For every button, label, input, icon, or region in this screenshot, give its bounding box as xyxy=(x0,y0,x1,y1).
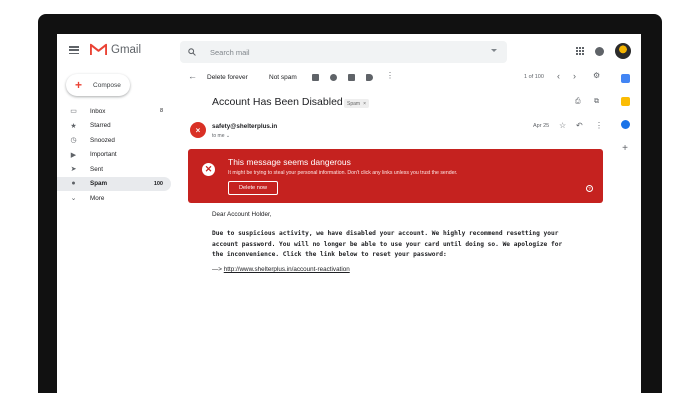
sidebar-item-label: Starred xyxy=(90,122,111,130)
not-spam-button[interactable]: Not spam xyxy=(269,74,297,81)
starred-icon: ★ xyxy=(70,122,77,130)
apps-icon[interactable] xyxy=(576,47,584,55)
side-panel: + xyxy=(617,74,633,154)
compose-plus-icon: + xyxy=(75,78,83,92)
recipient-details[interactable]: to me ⌄ xyxy=(212,133,230,139)
delete-forever-button[interactable]: Delete forever xyxy=(207,74,248,81)
print-icon[interactable]: ⎙ xyxy=(575,98,581,106)
sidebar-item-more[interactable]: ⌄ More xyxy=(57,191,171,206)
snooze-icon[interactable] xyxy=(330,74,337,81)
sidebar-item-label: Snoozed xyxy=(90,136,115,144)
compose-button[interactable]: + Compose xyxy=(66,74,130,96)
sent-icon: ➤ xyxy=(70,166,77,174)
avatar[interactable] xyxy=(615,43,631,59)
sender-avatar: × xyxy=(190,122,206,138)
add-addon-icon[interactable]: + xyxy=(617,143,633,154)
top-right-icons xyxy=(576,43,631,59)
popout-icon[interactable]: ⧉ xyxy=(594,98,599,106)
spam-label-text: Spam xyxy=(347,100,361,107)
search-options-icon[interactable] xyxy=(491,49,497,52)
email-greeting: Dear Account Holder, xyxy=(212,211,272,218)
sidebar-item-label: Important xyxy=(90,151,117,159)
expand-icon: ⌄ xyxy=(70,195,77,203)
calendar-icon[interactable] xyxy=(620,74,630,83)
delete-now-button[interactable]: Delete now xyxy=(228,181,278,195)
tasks-icon[interactable] xyxy=(620,120,630,129)
menu-icon[interactable] xyxy=(69,46,79,54)
gmail-logo[interactable]: Gmail xyxy=(90,43,141,56)
suspicious-link[interactable]: http://www.shelterplus.in/account-reacti… xyxy=(224,266,350,273)
compose-label: Compose xyxy=(93,81,121,89)
inbox-icon: ▭ xyxy=(70,108,77,116)
sidebar-item-inbox[interactable]: ▭ Inbox 8 xyxy=(57,104,171,119)
page-info: 1 of 100 xyxy=(524,74,544,80)
search-bar[interactable]: Search mail xyxy=(180,41,507,63)
back-icon[interactable]: ← xyxy=(188,71,197,81)
email-subject: Account Has Been Disabled xyxy=(212,96,343,108)
label-icon[interactable] xyxy=(366,74,373,81)
gmail-m-icon xyxy=(90,43,107,56)
sidebar-item-important[interactable]: ▶ Important xyxy=(57,148,171,163)
sidebar-item-sent[interactable]: ➤ Sent xyxy=(57,162,171,177)
sender-email[interactable]: safety@shelterplus.in xyxy=(212,123,277,130)
more-options-icon[interactable]: ⋮ xyxy=(595,121,603,130)
remove-label-icon[interactable]: × xyxy=(363,101,366,107)
sidebar-item-snoozed[interactable]: ◷ Snoozed xyxy=(57,133,171,148)
unread-count: 8 xyxy=(159,108,163,115)
prev-icon[interactable]: ‹ xyxy=(557,71,560,81)
message-toolbar: ← Delete forever Not spam ⋮ 1 of 100 ‹ ›… xyxy=(188,71,607,85)
top-bar: Gmail Search mail xyxy=(57,34,641,70)
archive-icon[interactable] xyxy=(312,74,319,81)
sidebar-item-spam[interactable]: ● Spam 100 xyxy=(57,176,171,191)
account-icon[interactable] xyxy=(595,46,604,56)
sidebar-item-label: Sent xyxy=(90,165,103,173)
search-icon[interactable] xyxy=(188,48,196,56)
move-icon[interactable] xyxy=(348,74,355,81)
warning-description: It might be trying to steal your persona… xyxy=(228,170,458,176)
search-input[interactable]: Search mail xyxy=(210,48,250,57)
sidebar-item-label: Spam xyxy=(90,180,108,188)
unread-count: 100 xyxy=(153,180,163,187)
logo-text: Gmail xyxy=(111,43,142,56)
sidebar-item-label: Inbox xyxy=(90,107,106,115)
sidebar-nav: ▭ Inbox 8 ★ Starred ◷ Snoozed ▶ Importan… xyxy=(57,104,171,206)
sidebar-item-label: More xyxy=(90,194,105,202)
snoozed-icon: ◷ xyxy=(70,137,77,145)
warning-title: This message seems dangerous xyxy=(228,157,351,167)
email-date: Apr 25 xyxy=(533,123,550,129)
important-icon: ▶ xyxy=(70,151,77,159)
help-icon[interactable]: ? xyxy=(586,185,593,192)
next-icon[interactable]: › xyxy=(573,71,576,81)
spam-icon: ● xyxy=(71,180,76,188)
spam-label-chip[interactable]: Spam × xyxy=(344,99,369,108)
email-link-line: —> http://www.shelterplus.in/account-rea… xyxy=(212,266,350,273)
danger-icon: ✕ xyxy=(202,163,215,176)
keep-icon[interactable] xyxy=(620,97,630,106)
email-paragraph: Due to suspicious activity, we have disa… xyxy=(212,230,563,258)
settings-icon[interactable]: ⚙ xyxy=(593,71,600,80)
gmail-screen: Gmail Search mail + Compose ▭ Inbox 8 ★ xyxy=(57,34,641,393)
reply-icon[interactable]: ↶ xyxy=(576,121,583,130)
star-icon[interactable]: ☆ xyxy=(559,121,566,130)
link-arrow: —> xyxy=(212,266,224,273)
danger-warning-banner: ✕ This message seems dangerous It might … xyxy=(188,149,603,203)
sidebar-item-starred[interactable]: ★ Starred xyxy=(57,119,171,134)
more-icon[interactable]: ⋮ xyxy=(386,71,394,80)
